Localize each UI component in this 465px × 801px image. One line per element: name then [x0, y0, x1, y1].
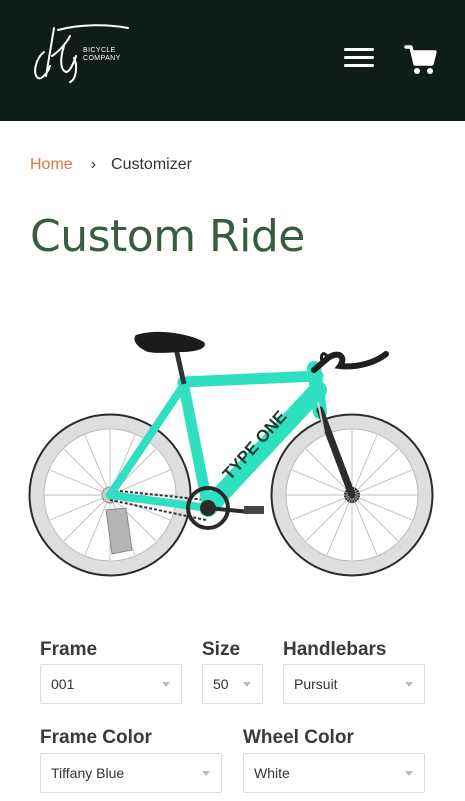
frame-color-option: Frame Color Tiffany Blue [40, 726, 222, 793]
breadcrumb: Home › Customizer [30, 154, 192, 176]
frame-color-label: Frame Color [40, 727, 152, 748]
wheel-color-label: Wheel Color [243, 727, 354, 748]
wheel-color-select-value: White [254, 765, 290, 781]
logo-sub-line1: BICYCLE [83, 47, 116, 54]
frame-color-select-value: Tiffany Blue [51, 765, 125, 781]
wheel-color-option: Wheel Color White [243, 726, 425, 793]
size-select[interactable]: 50 [202, 664, 263, 704]
saddle [134, 331, 205, 353]
handlebars-select[interactable]: Pursuit [283, 664, 425, 704]
handlebars [311, 351, 389, 373]
chevron-down-icon [405, 682, 413, 687]
hamburger-menu-icon[interactable] [344, 48, 374, 74]
chevron-down-icon [243, 682, 251, 687]
handlebars-option: Handlebars Pursuit [283, 638, 425, 704]
frame-option: Frame 001 [40, 638, 182, 704]
menu-bar [344, 56, 374, 59]
frame-label: Frame [40, 639, 98, 660]
chevron-down-icon [202, 771, 210, 776]
handlebars-label: Handlebars [283, 639, 387, 660]
shopping-cart-icon[interactable] [404, 44, 438, 76]
breadcrumb-home-link[interactable]: Home [30, 156, 73, 173]
bike-frame [106, 361, 327, 517]
bike-preview-image: TYPE ONE [28, 331, 434, 577]
size-label: Size [202, 639, 241, 660]
size-option: Size 50 [202, 638, 263, 704]
city-bicycle-company-logo[interactable]: BICYCLE COMPANY [30, 22, 132, 84]
frame-select-value: 001 [51, 676, 75, 692]
handlebars-select-value: Pursuit [294, 676, 338, 692]
breadcrumb-separator: › [90, 156, 97, 173]
page-title: Custom Ride [30, 211, 305, 262]
breadcrumb-current: Customizer [111, 156, 192, 173]
menu-bar [344, 48, 374, 51]
menu-bar [344, 64, 374, 67]
wheel-color-select[interactable]: White [243, 753, 425, 793]
chevron-down-icon [405, 771, 413, 776]
chevron-down-icon [162, 682, 170, 687]
frame-color-select[interactable]: Tiffany Blue [40, 753, 222, 793]
site-header: BICYCLE COMPANY [0, 0, 465, 121]
frame-select[interactable]: 001 [40, 664, 182, 704]
size-select-value: 50 [213, 676, 229, 692]
logo-sub-line2: COMPANY [83, 55, 121, 62]
